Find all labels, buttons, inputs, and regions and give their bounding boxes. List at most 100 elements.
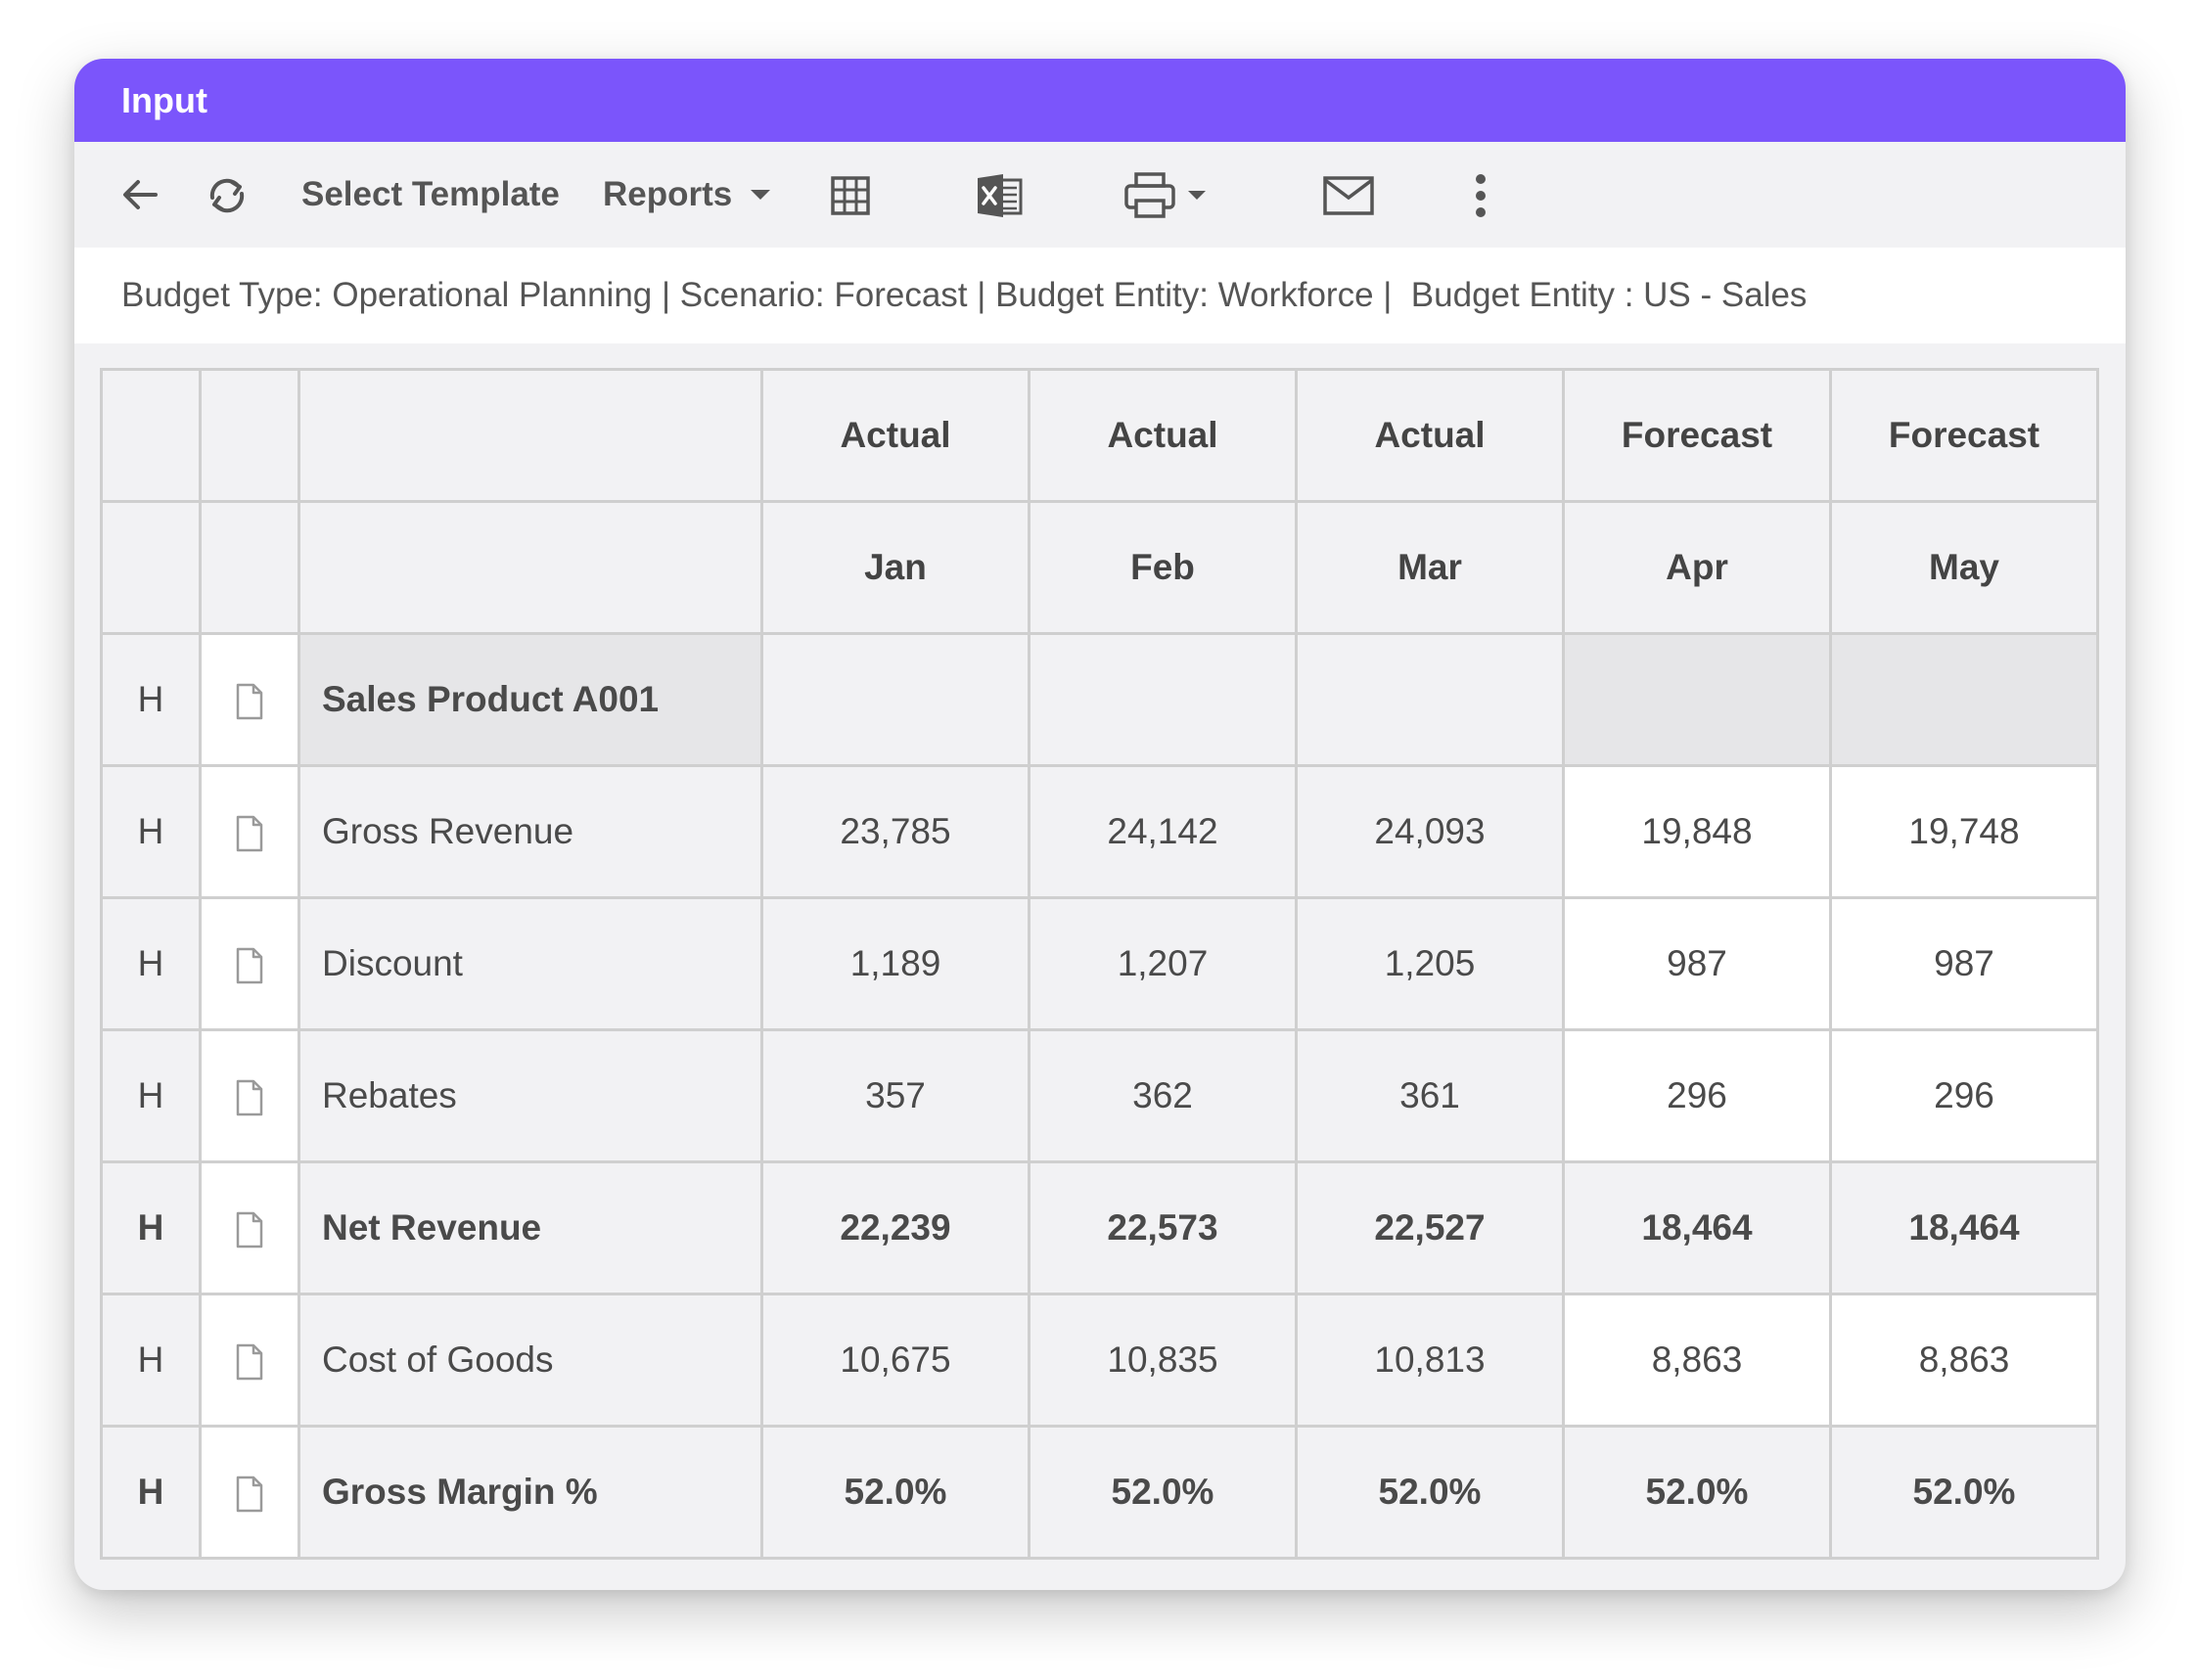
value-cell: 1,189 <box>760 896 1030 1031</box>
value-cell[interactable]: 296 <box>1562 1028 1832 1163</box>
column-header-scenario: Forecast <box>1562 368 1832 503</box>
table-row: H Gross Margin % 52.0% 52.0% 52.0% 52.0% 52.0% <box>100 1425 2099 1560</box>
value-cell[interactable]: 19,748 <box>1829 764 2099 899</box>
toolbar: Select Template Reports <box>74 142 2126 248</box>
column-header-scenario: Actual <box>760 368 1030 503</box>
header-corner-cell <box>199 500 300 635</box>
value-cell <box>1028 632 1298 767</box>
row-label: Gross Revenue <box>298 764 763 899</box>
document-icon <box>236 1343 263 1381</box>
row-label: Rebates <box>298 1028 763 1163</box>
input-window: Input Select Template Reports Budget Typ… <box>74 59 2126 1590</box>
value-cell: 24,142 <box>1028 764 1298 899</box>
row-flag[interactable]: H <box>100 1425 202 1560</box>
value-cell[interactable]: 8,863 <box>1562 1293 1832 1428</box>
reports-button[interactable]: Reports <box>603 142 771 248</box>
header-corner-cell <box>298 500 763 635</box>
row-flag[interactable]: H <box>100 1293 202 1428</box>
table-row: H Net Revenue 22,239 22,573 22,527 18,464 18,4… <box>100 1160 2099 1295</box>
row-document-cell[interactable] <box>199 1425 300 1560</box>
document-icon <box>236 1079 263 1116</box>
grid-view-icon[interactable] <box>828 173 873 218</box>
value-cell[interactable]: 52.0% <box>1829 1425 2099 1560</box>
row-document-cell[interactable] <box>199 1028 300 1163</box>
value-cell: 10,813 <box>1295 1293 1565 1428</box>
data-grid: Actual Actual Actual Forecast Forecast J… <box>100 368 2099 1560</box>
row-label: Net Revenue <box>298 1160 763 1295</box>
row-document-cell[interactable] <box>199 896 300 1031</box>
document-icon <box>236 683 263 720</box>
chevron-down-icon <box>751 190 771 200</box>
table-row: H Rebates 357 362 361 296 296 <box>100 1028 2099 1163</box>
more-options-icon[interactable] <box>1466 171 1495 220</box>
document-icon <box>236 1211 263 1249</box>
table-row: H Cost of Goods 10,675 10,835 10,813 8,863 8,8… <box>100 1293 2099 1428</box>
value-cell: 362 <box>1028 1028 1298 1163</box>
document-icon <box>236 1476 263 1513</box>
column-header-month: Jan <box>760 500 1030 635</box>
mail-icon[interactable] <box>1321 173 1376 218</box>
document-icon <box>236 815 263 852</box>
context-bar: Budget Type: Operational Planning | Scen… <box>74 248 2126 343</box>
column-header-month: Mar <box>1295 500 1565 635</box>
refresh-icon[interactable] <box>202 170 252 221</box>
column-header-scenario: Forecast <box>1829 368 2099 503</box>
table-row: H Gross Revenue 23,785 24,142 24,093 19,848 19… <box>100 764 2099 899</box>
value-cell: 24,093 <box>1295 764 1565 899</box>
value-cell[interactable]: 987 <box>1562 896 1832 1031</box>
header-row-scenario: Actual Actual Actual Forecast Forecast <box>100 368 2099 503</box>
column-header-month: Feb <box>1028 500 1298 635</box>
document-icon <box>236 947 263 984</box>
row-label: Cost of Goods <box>298 1293 763 1428</box>
value-cell[interactable]: 18,464 <box>1562 1160 1832 1295</box>
value-cell: 10,835 <box>1028 1293 1298 1428</box>
value-cell: 1,205 <box>1295 896 1565 1031</box>
back-arrow-icon[interactable] <box>115 170 164 219</box>
value-cell[interactable]: 18,464 <box>1829 1160 2099 1295</box>
excel-export-icon[interactable] <box>973 171 1026 220</box>
value-cell[interactable] <box>1829 632 2099 767</box>
value-cell[interactable]: 296 <box>1829 1028 2099 1163</box>
value-cell: 22,527 <box>1295 1160 1565 1295</box>
value-cell[interactable] <box>1562 632 1832 767</box>
table-row: H Discount 1,189 1,207 1,205 987 987 <box>100 896 2099 1031</box>
value-cell[interactable]: 19,848 <box>1562 764 1832 899</box>
value-cell <box>760 632 1030 767</box>
value-cell <box>1295 632 1565 767</box>
header-corner-cell <box>100 368 202 503</box>
row-flag[interactable]: H <box>100 1028 202 1163</box>
column-header-month: May <box>1829 500 2099 635</box>
value-cell: 22,239 <box>760 1160 1030 1295</box>
select-template-button[interactable]: Select Template <box>301 142 560 248</box>
header-corner-cell <box>100 500 202 635</box>
column-header-scenario: Actual <box>1295 368 1565 503</box>
row-document-cell[interactable] <box>199 1160 300 1295</box>
value-cell: 52.0% <box>760 1425 1030 1560</box>
value-cell: 23,785 <box>760 764 1030 899</box>
value-cell: 52.0% <box>1028 1425 1298 1560</box>
row-flag[interactable]: H <box>100 764 202 899</box>
window-title: Input <box>74 59 2126 142</box>
row-label: Sales Product A001 <box>298 632 763 767</box>
column-header-month: Apr <box>1562 500 1832 635</box>
header-corner-cell <box>199 368 300 503</box>
value-cell: 361 <box>1295 1028 1565 1163</box>
value-cell[interactable]: 987 <box>1829 896 2099 1031</box>
row-flag[interactable]: H <box>100 896 202 1031</box>
value-cell: 52.0% <box>1295 1425 1565 1560</box>
row-document-cell[interactable] <box>199 764 300 899</box>
row-document-cell[interactable] <box>199 1293 300 1428</box>
row-label: Gross Margin % <box>298 1425 763 1560</box>
table-row: H Sales Product A001 <box>100 632 2099 767</box>
row-document-cell[interactable] <box>199 632 300 767</box>
value-cell: 357 <box>760 1028 1030 1163</box>
value-cell: 10,675 <box>760 1293 1030 1428</box>
print-icon[interactable] <box>1123 171 1212 220</box>
value-cell: 22,573 <box>1028 1160 1298 1295</box>
reports-label: Reports <box>603 175 733 213</box>
value-cell[interactable]: 8,863 <box>1829 1293 2099 1428</box>
column-header-scenario: Actual <box>1028 368 1298 503</box>
row-flag[interactable]: H <box>100 1160 202 1295</box>
row-flag[interactable]: H <box>100 632 202 767</box>
value-cell[interactable]: 52.0% <box>1562 1425 1832 1560</box>
